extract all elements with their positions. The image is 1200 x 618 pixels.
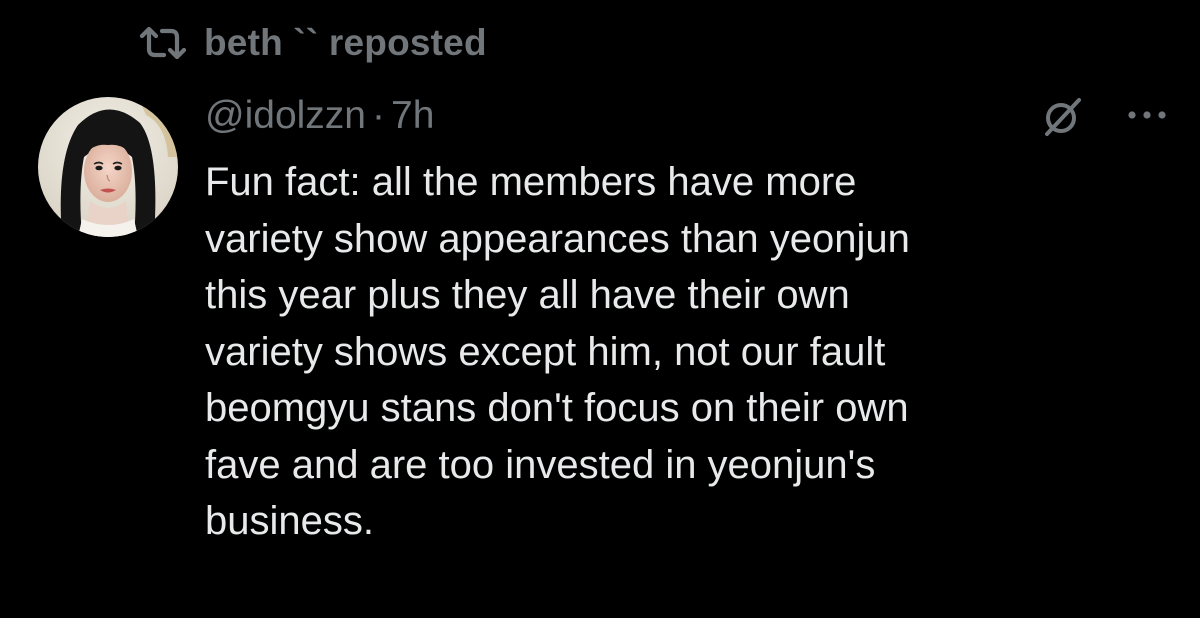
post-text-line: this year plus they all have their own — [205, 273, 850, 317]
post-timestamp[interactable]: 7h — [391, 94, 434, 138]
post-text-line: Fun fact: all the members have more — [205, 160, 857, 204]
post-text-line: business. — [205, 499, 374, 543]
repost-label[interactable]: beth `` reposted — [204, 22, 487, 64]
user-avatar[interactable] — [38, 97, 178, 237]
post-text-line: beomgyu stans don't focus on their own — [205, 386, 909, 430]
post-meta: @idolzzn · 7h — [205, 92, 434, 140]
user-handle[interactable]: @idolzzn — [205, 94, 366, 138]
post-text-line: fave and are too invested in yeonjun's — [205, 442, 876, 487]
repost-icon — [139, 27, 187, 59]
post-text-line: variety show appearances than yeonjun — [205, 216, 910, 261]
post-text: Fun fact: all the members have more vari… — [205, 154, 1165, 550]
post-text-line: variety shows except him, not our fault — [205, 329, 886, 374]
repost-header: beth `` reposted — [138, 18, 487, 68]
grok-icon[interactable] — [1040, 95, 1084, 139]
more-options-icon[interactable] — [1124, 104, 1170, 126]
meta-separator: · — [372, 94, 385, 137]
